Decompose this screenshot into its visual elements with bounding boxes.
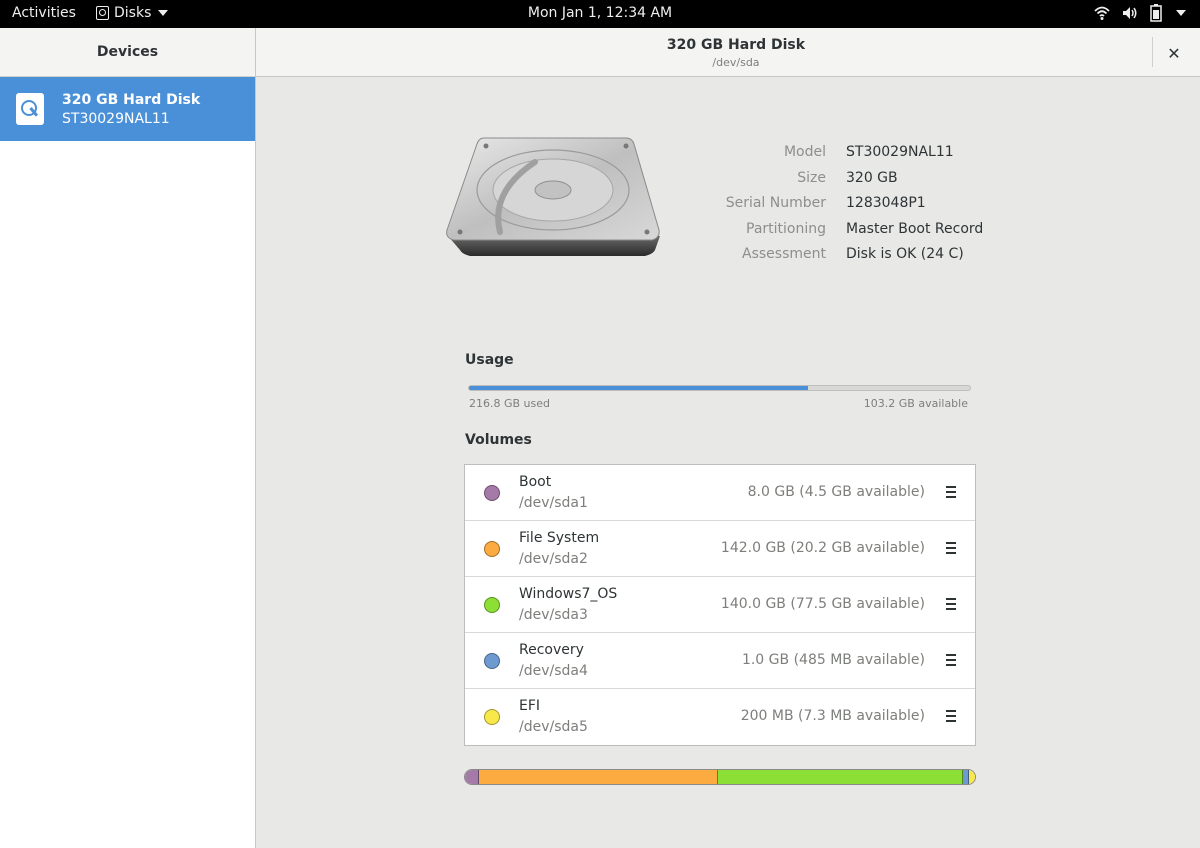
info-value: Master Boot Record (846, 220, 984, 237)
volume-name: Boot (519, 474, 552, 490)
volume-row-efi[interactable]: EFI /dev/sda5 200 MB (7.3 MB available) (465, 689, 975, 745)
volume-device: /dev/sda3 (519, 607, 588, 623)
header-bar: 320 GB Hard Disk /dev/sda ✕ (256, 28, 1200, 77)
sidebar-title: Devices (0, 28, 255, 77)
device-model: ST30029NAL11 (62, 110, 170, 127)
device-item-320gb-hard-disk[interactable]: 320 GB Hard Disk ST30029NAL11 (0, 77, 255, 141)
volume-name: File System (519, 530, 600, 546)
page-title: 320 GB Hard Disk (666, 37, 806, 53)
info-row-model: Model ST30029NAL11 (700, 144, 983, 170)
volume-row-recovery[interactable]: Recovery /dev/sda4 1.0 GB (485 MB availa… (465, 633, 975, 689)
volume-device: /dev/sda4 (519, 663, 588, 679)
wifi-icon (1094, 6, 1110, 20)
hard-disk-icon (16, 93, 44, 125)
info-value: Disk is OK (24 C) (846, 246, 964, 262)
hamburger-menu-icon[interactable] (944, 541, 958, 555)
usage-bar (468, 385, 971, 391)
volume-color-dot (484, 597, 500, 613)
volume-color-dot (484, 541, 500, 557)
volume-row-windows7-os[interactable]: Windows7_OS /dev/sda3 140.0 GB (77.5 GB … (465, 577, 975, 633)
close-button[interactable]: ✕ (1161, 40, 1187, 66)
info-row-assessment: Assessment Disk is OK (24 C) (700, 246, 983, 272)
usage-used-label: 216.8 GB used (469, 397, 551, 410)
volume-size: 200 MB (7.3 MB available) (740, 708, 925, 724)
info-label: Serial Number (725, 195, 826, 211)
hamburger-menu-icon[interactable] (944, 597, 958, 611)
volume-device: /dev/sda1 (519, 495, 588, 511)
partition-segment-sda2[interactable] (479, 770, 718, 784)
volumes-list: Boot /dev/sda1 8.0 GB (4.5 GB available)… (464, 464, 976, 746)
app-menu[interactable]: Disks (96, 5, 169, 21)
info-value: ST30029NAL11 (846, 144, 954, 160)
hamburger-menu-icon[interactable] (944, 653, 958, 667)
volume-name: Recovery (519, 642, 584, 658)
volume-row-boot[interactable]: Boot /dev/sda1 8.0 GB (4.5 GB available) (465, 465, 975, 521)
info-label: Partitioning (746, 220, 826, 237)
volume-device: /dev/sda5 (519, 719, 588, 735)
device-name: 320 GB Hard Disk (62, 91, 201, 108)
partition-segment-sda1[interactable] (465, 770, 479, 784)
partition-segment-sda3[interactable] (717, 770, 963, 784)
app-name: Disks (114, 5, 152, 21)
info-row-partitioning: Partitioning Master Boot Record (700, 221, 983, 247)
volumes-title: Volumes (465, 432, 532, 448)
activities-button[interactable]: Activities (12, 5, 76, 21)
volume-color-dot (484, 709, 500, 725)
usage-title: Usage (465, 352, 514, 368)
header-separator (1152, 37, 1153, 67)
volume-device: /dev/sda2 (519, 551, 588, 567)
clock[interactable]: Mon Jan 1, 12:34 AM (528, 5, 672, 21)
info-value: 1283048P1 (846, 195, 926, 211)
volume-name: Windows7_OS (519, 586, 618, 602)
info-value: 320 GB (846, 169, 898, 186)
page-subtitle: /dev/sda (712, 56, 760, 69)
chevron-down-icon (1176, 10, 1186, 16)
info-label: Assessment (742, 246, 826, 262)
volume-color-dot (484, 653, 500, 669)
disk-info: Model ST30029NAL11 Size 320 GB Serial Nu… (700, 144, 984, 272)
volume-size: 140.0 GB (77.5 GB available) (720, 596, 925, 612)
usage-bar-fill (469, 386, 809, 390)
hard-disk-image (446, 137, 660, 256)
clock-container: Mon Jan 1, 12:34 AM (0, 5, 1200, 21)
battery-icon (1150, 4, 1162, 22)
volume-name: EFI (519, 698, 541, 714)
hamburger-menu-icon[interactable] (944, 709, 958, 723)
devices-sidebar: Devices 320 GB Hard Disk ST30029NAL11 (0, 28, 256, 848)
partition-map-bar[interactable] (464, 769, 976, 785)
info-row-size: Size 320 GB (700, 170, 983, 196)
info-label: Size (797, 169, 826, 186)
volume-color-dot (484, 485, 500, 501)
disks-app-icon (96, 6, 109, 20)
top-bar: Activities Disks Mon Jan 1, 12:34 AM (0, 0, 1200, 28)
chevron-down-icon (158, 10, 169, 16)
partition-segment-sda5[interactable] (968, 770, 975, 784)
volume-icon (1123, 7, 1137, 19)
hamburger-menu-icon[interactable] (944, 485, 958, 499)
volume-size: 1.0 GB (485 MB available) (741, 652, 925, 668)
volume-row-file-system[interactable]: File System /dev/sda2 142.0 GB (20.2 GB … (465, 521, 975, 577)
volume-size: 8.0 GB (4.5 GB available) (747, 484, 925, 500)
info-row-serial-number: Serial Number 1283048P1 (700, 195, 983, 221)
system-tray[interactable] (1094, 4, 1186, 22)
usage-available-label: 103.2 GB available (863, 397, 968, 410)
volume-size: 142.0 GB (20.2 GB available) (720, 540, 925, 556)
info-label: Model (783, 144, 826, 160)
close-icon: ✕ (1167, 43, 1181, 63)
